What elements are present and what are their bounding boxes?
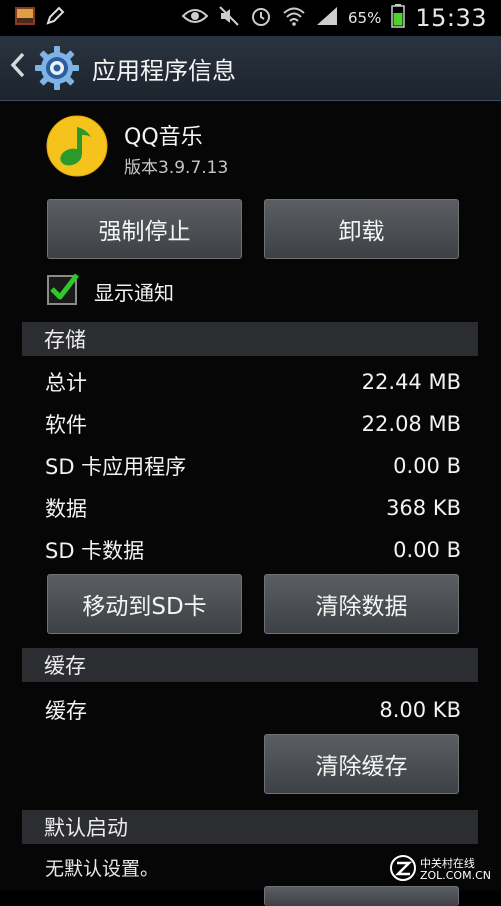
uninstall-button[interactable]: 卸载 bbox=[264, 199, 459, 259]
cache-row: 缓存 8.00 KB bbox=[45, 694, 461, 726]
clock: 15:33 bbox=[415, 4, 487, 32]
storage-value: 0.00 B bbox=[393, 538, 461, 562]
storage-label: 软件 bbox=[45, 413, 87, 437]
status-bar: 65% 15:33 bbox=[0, 0, 501, 36]
battery-icon bbox=[391, 4, 406, 32]
cache-header-label: 缓存 bbox=[44, 654, 86, 678]
cache-header: 缓存 bbox=[22, 648, 478, 682]
storage-label: 总计 bbox=[45, 371, 87, 395]
storage-row-sd-data: SD 卡数据 0.00 B bbox=[45, 534, 461, 566]
alarm-icon bbox=[250, 5, 272, 31]
default-launch-note: 无默认设置。 bbox=[45, 858, 160, 880]
mute-icon bbox=[218, 5, 240, 31]
signal-icon bbox=[316, 6, 338, 30]
clear-cache-button[interactable]: 清除缓存 bbox=[264, 734, 459, 794]
show-notification-checkbox[interactable] bbox=[47, 273, 79, 305]
page-title: 应用程序信息 bbox=[92, 56, 236, 85]
clear-data-button[interactable]: 清除数据 bbox=[264, 574, 459, 634]
default-launch-header: 默认启动 bbox=[22, 810, 478, 844]
action-bar: 应用程序信息 bbox=[0, 36, 501, 101]
app-name: QQ音乐 bbox=[124, 125, 203, 150]
storage-row-data: 数据 368 KB bbox=[45, 492, 461, 524]
storage-row-sd-apps: SD 卡应用程序 0.00 B bbox=[45, 450, 461, 482]
watermark-line2: ZOL.COM.CN bbox=[419, 869, 491, 882]
storage-label: 数据 bbox=[45, 497, 87, 521]
cache-label: 缓存 bbox=[45, 699, 87, 723]
storage-value: 22.08 MB bbox=[361, 412, 461, 436]
show-notification-label: 显示通知 bbox=[94, 281, 174, 305]
storage-value: 0.00 B bbox=[393, 454, 461, 478]
app-version: 版本3.9.7.13 bbox=[124, 158, 229, 178]
storage-header: 存储 bbox=[22, 322, 478, 356]
storage-value: 22.44 MB bbox=[361, 370, 461, 394]
zol-logo-icon bbox=[389, 855, 416, 885]
storage-value: 368 KB bbox=[386, 496, 461, 520]
cache-value: 8.00 KB bbox=[379, 698, 461, 722]
default-launch-header-label: 默认启动 bbox=[44, 816, 128, 840]
qq-music-icon bbox=[46, 115, 108, 177]
photo-thumbnail-icon bbox=[14, 6, 36, 30]
pen-icon bbox=[44, 5, 66, 31]
clear-defaults-button[interactable] bbox=[264, 886, 459, 906]
zol-watermark: 中关村在线 ZOL.COM.CN bbox=[389, 855, 491, 885]
storage-row-total: 总计 22.44 MB bbox=[45, 366, 461, 398]
wifi-icon bbox=[282, 6, 306, 30]
settings-gear-icon[interactable] bbox=[32, 43, 82, 93]
move-to-sd-button[interactable]: 移动到SD卡 bbox=[47, 574, 242, 634]
storage-header-label: 存储 bbox=[44, 328, 86, 352]
storage-row-software: 软件 22.08 MB bbox=[45, 408, 461, 440]
eye-icon bbox=[181, 7, 209, 29]
force-stop-button[interactable]: 强制停止 bbox=[47, 199, 242, 259]
battery-percent: 65% bbox=[347, 9, 382, 27]
app-info-content[interactable]: QQ音乐 版本3.9.7.13 强制停止 卸载 显示通知 存储 总计 22.44… bbox=[0, 101, 501, 906]
storage-label: SD 卡应用程序 bbox=[45, 455, 187, 479]
storage-label: SD 卡数据 bbox=[45, 539, 145, 563]
back-chevron-icon[interactable] bbox=[8, 50, 30, 86]
